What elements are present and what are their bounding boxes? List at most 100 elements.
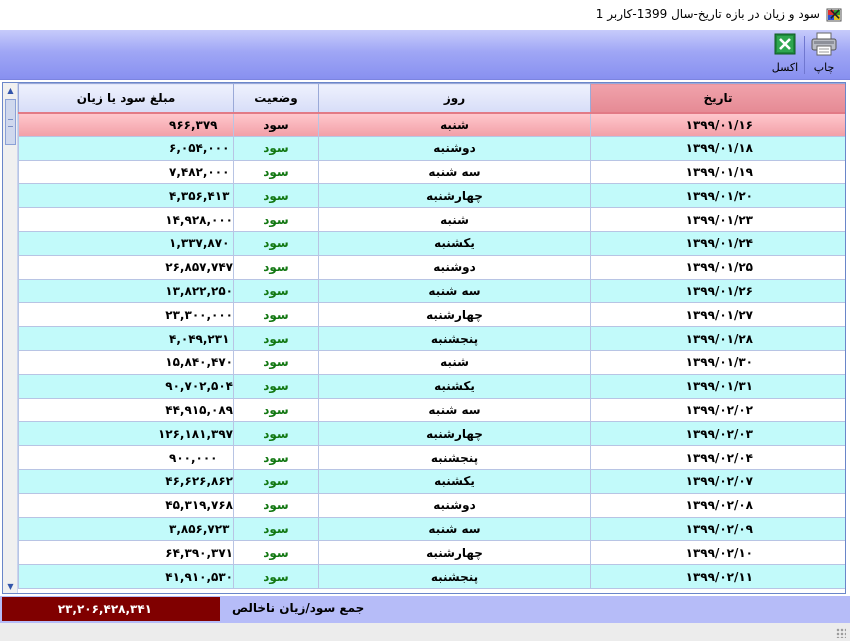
cell-status[interactable]: سود <box>233 111 319 137</box>
cell-amount[interactable]: ۹۰۰,۰۰۰ <box>18 445 234 470</box>
table-row[interactable]: ۱۳۹۹/۰۲/۱۰ چهارشنبه سود ۶۴,۳۹۰,۳۷۱ <box>18 540 845 566</box>
table-row[interactable]: ۱۳۹۹/۰۲/۰۲ سه شنبه سود ۴۴,۹۱۵,۰۸۹ <box>18 397 845 423</box>
table-row[interactable]: ۱۳۹۹/۰۱/۳۱ یکشنبه سود ۹۰,۷۰۲,۵۰۴ <box>18 373 845 399</box>
cell-amount[interactable]: ۱,۳۳۷,۸۷۰ <box>18 230 234 256</box>
cell-date[interactable]: ۱۳۹۹/۰۲/۰۹ <box>590 516 845 542</box>
cell-date[interactable]: ۱۳۹۹/۰۲/۱۰ <box>590 540 845 566</box>
cell-amount[interactable]: ۳,۸۵۶,۷۲۳ <box>18 516 234 542</box>
cell-day[interactable]: شنبه <box>318 111 591 137</box>
cell-status[interactable]: سود <box>233 326 319 351</box>
cell-amount[interactable]: ۹۶۶,۳۷۹ <box>18 111 234 137</box>
cell-date[interactable]: ۱۳۹۹/۰۲/۱۱ <box>590 564 845 589</box>
cell-amount[interactable]: ۷,۴۸۲,۰۰۰ <box>18 159 234 185</box>
close-button[interactable]: ✕ <box>820 0 850 28</box>
excel-button[interactable]: اکسل <box>768 32 802 76</box>
cell-amount[interactable]: ۱۳,۸۲۲,۲۵۰ <box>18 278 234 304</box>
table-row[interactable]: ۱۳۹۹/۰۱/۱۸ دوشنبه سود ۶,۰۵۴,۰۰۰ <box>18 135 845 161</box>
scrollbar-thumb[interactable] <box>5 99 16 145</box>
vertical-scrollbar[interactable]: ▲ ▼ <box>3 83 18 593</box>
cell-date[interactable]: ۱۳۹۹/۰۱/۳۱ <box>590 373 845 399</box>
cell-day[interactable]: چهارشنبه <box>318 540 591 566</box>
cell-status[interactable]: سود <box>233 397 319 423</box>
column-header-amount[interactable]: مبلغ سود یا زیان <box>18 83 234 113</box>
cell-status[interactable]: سود <box>233 492 319 518</box>
cell-amount[interactable]: ۱۲۶,۱۸۱,۳۹۷ <box>18 421 234 447</box>
cell-amount[interactable]: ۱۵,۸۴۰,۴۷۰ <box>18 349 234 375</box>
cell-date[interactable]: ۱۳۹۹/۰۱/۲۰ <box>590 183 845 209</box>
cell-day[interactable]: پنجشنبه <box>318 564 591 589</box>
table-row[interactable]: ۱۳۹۹/۰۱/۲۸ پنجشنبه سود ۴,۰۴۹,۲۳۱ <box>18 326 845 351</box>
cell-day[interactable]: یکشنبه <box>318 373 591 399</box>
cell-date[interactable]: ۱۳۹۹/۰۱/۱۸ <box>590 135 845 161</box>
cell-date[interactable]: ۱۳۹۹/۰۲/۰۳ <box>590 421 845 447</box>
column-header-status[interactable]: وضعیت <box>233 83 319 113</box>
cell-day[interactable]: سه شنبه <box>318 516 591 542</box>
cell-date[interactable]: ۱۳۹۹/۰۱/۱۹ <box>590 159 845 185</box>
cell-date[interactable]: ۱۳۹۹/۰۱/۱۶ <box>590 111 845 137</box>
scroll-up-icon[interactable]: ▲ <box>5 84 16 96</box>
cell-date[interactable]: ۱۳۹۹/۰۱/۲۶ <box>590 278 845 304</box>
cell-day[interactable]: چهارشنبه <box>318 183 591 209</box>
cell-date[interactable]: ۱۳۹۹/۰۲/۰۷ <box>590 468 845 494</box>
cell-day[interactable]: پنجشنبه <box>318 326 591 351</box>
cell-status[interactable]: سود <box>233 135 319 161</box>
cell-day[interactable]: شنبه <box>318 349 591 375</box>
print-button[interactable]: چاپ <box>806 32 842 76</box>
cell-day[interactable]: پنجشنبه <box>318 445 591 470</box>
cell-day[interactable]: دوشنبه <box>318 135 591 161</box>
cell-day[interactable]: دوشنبه <box>318 492 591 518</box>
cell-amount[interactable]: ۶۴,۳۹۰,۳۷۱ <box>18 540 234 566</box>
cell-date[interactable]: ۱۳۹۹/۰۱/۲۴ <box>590 230 845 256</box>
table-row[interactable]: ۱۳۹۹/۰۱/۱۹ سه شنبه سود ۷,۴۸۲,۰۰۰ <box>18 159 845 185</box>
table-row[interactable]: ۱۳۹۹/۰۱/۳۰ شنبه سود ۱۵,۸۴۰,۴۷۰ <box>18 349 845 375</box>
cell-amount[interactable]: ۴۶,۶۲۶,۸۶۲ <box>18 468 234 494</box>
cell-amount[interactable]: ۶,۰۵۴,۰۰۰ <box>18 135 234 161</box>
resize-grip-icon[interactable] <box>836 628 846 638</box>
cell-day[interactable]: یکشنبه <box>318 468 591 494</box>
cell-day[interactable]: چهارشنبه <box>318 302 591 328</box>
cell-status[interactable]: سود <box>233 230 319 256</box>
cell-status[interactable]: سود <box>233 468 319 494</box>
cell-day[interactable]: سه شنبه <box>318 397 591 423</box>
cell-amount[interactable]: ۲۳,۳۰۰,۰۰۰ <box>18 302 234 328</box>
cell-status[interactable]: سود <box>233 207 319 232</box>
cell-status[interactable]: سود <box>233 421 319 447</box>
cell-status[interactable]: سود <box>233 516 319 542</box>
table-row[interactable]: ۱۳۹۹/۰۲/۰۴ پنجشنبه سود ۹۰۰,۰۰۰ <box>18 445 845 470</box>
cell-amount[interactable]: ۴۵,۳۱۹,۷۶۸ <box>18 492 234 518</box>
cell-date[interactable]: ۱۳۹۹/۰۱/۲۷ <box>590 302 845 328</box>
cell-date[interactable]: ۱۳۹۹/۰۱/۲۸ <box>590 326 845 351</box>
cell-status[interactable]: سود <box>233 278 319 304</box>
cell-status[interactable]: سود <box>233 159 319 185</box>
scroll-down-icon[interactable]: ▼ <box>5 580 16 592</box>
cell-date[interactable]: ۱۳۹۹/۰۱/۲۵ <box>590 254 845 280</box>
cell-status[interactable]: سود <box>233 349 319 375</box>
cell-date[interactable]: ۱۳۹۹/۰۲/۰۸ <box>590 492 845 518</box>
cell-amount[interactable]: ۴۱,۹۱۰,۵۳۰ <box>18 564 234 589</box>
table-row[interactable]: ۱۳۹۹/۰۱/۲۶ سه شنبه سود ۱۳,۸۲۲,۲۵۰ <box>18 278 845 304</box>
cell-day[interactable]: سه شنبه <box>318 159 591 185</box>
cell-amount[interactable]: ۲۶,۸۵۷,۷۴۷ <box>18 254 234 280</box>
cell-status[interactable]: سود <box>233 183 319 209</box>
cell-amount[interactable]: ۴,۳۵۶,۴۱۳ <box>18 183 234 209</box>
cell-date[interactable]: ۱۳۹۹/۰۲/۰۴ <box>590 445 845 470</box>
table-row[interactable]: ۱۳۹۹/۰۲/۰۳ چهارشنبه سود ۱۲۶,۱۸۱,۳۹۷ <box>18 421 845 447</box>
cell-status[interactable]: سود <box>233 540 319 566</box>
table-row[interactable]: ۱۳۹۹/۰۱/۲۷ چهارشنبه سود ۲۳,۳۰۰,۰۰۰ <box>18 302 845 328</box>
cell-day[interactable]: یکشنبه <box>318 230 591 256</box>
table-row[interactable]: ۱۳۹۹/۰۲/۰۹ سه شنبه سود ۳,۸۵۶,۷۲۳ <box>18 516 845 542</box>
column-header-date[interactable]: تاریخ <box>590 83 845 113</box>
cell-status[interactable]: سود <box>233 373 319 399</box>
cell-date[interactable]: ۱۳۹۹/۰۱/۳۰ <box>590 349 845 375</box>
cell-amount[interactable]: ۹۰,۷۰۲,۵۰۴ <box>18 373 234 399</box>
cell-day[interactable]: سه شنبه <box>318 278 591 304</box>
table-row[interactable]: ۱۳۹۹/۰۲/۰۸ دوشنبه سود ۴۵,۳۱۹,۷۶۸ <box>18 492 845 518</box>
cell-amount[interactable]: ۴۴,۹۱۵,۰۸۹ <box>18 397 234 423</box>
cell-status[interactable]: سود <box>233 564 319 589</box>
table-row[interactable]: ۱۳۹۹/۰۲/۰۷ یکشنبه سود ۴۶,۶۲۶,۸۶۲ <box>18 468 845 494</box>
profit-loss-grid[interactable]: ▲ ▼ تاریخ روز وضعیت مبلغ سود یا زیان ۱۳۹… <box>2 82 846 594</box>
cell-day[interactable]: چهارشنبه <box>318 421 591 447</box>
cell-status[interactable]: سود <box>233 445 319 470</box>
table-row[interactable]: ۱۳۹۹/۰۱/۲۴ یکشنبه سود ۱,۳۳۷,۸۷۰ <box>18 230 845 256</box>
column-header-day[interactable]: روز <box>318 83 591 113</box>
